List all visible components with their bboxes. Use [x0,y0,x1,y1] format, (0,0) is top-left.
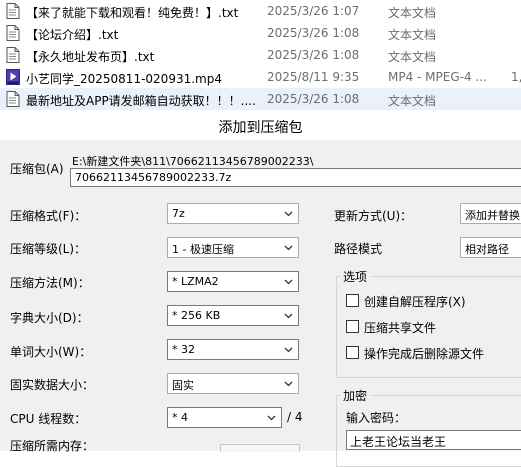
shared-label: 压缩共享文件 [364,321,437,335]
file-name: 最新地址及APP请发邮箱自动获取！！！.... [26,94,256,108]
archive-name-input[interactable]: 70662113456789002233.7z [70,168,521,187]
txt-file-icon [6,91,20,107]
add-to-archive-dialog: 添加到压缩包 压缩包(A) E:\新建文件夹\811\7066211345678… [0,113,521,467]
password-input[interactable]: 上老王论坛当老王 [346,430,521,450]
file-date: 2025/3/26 1:08 [267,48,360,62]
pathmode-value: 相对路径 [465,243,509,256]
format-label: 压缩格式(F)： [10,209,87,223]
shared-checkbox[interactable] [346,320,359,333]
chevron-down-icon [284,313,293,319]
cpu-value: * 4 [172,411,188,424]
file-name: 小艺同学_20250811-020931.mp4 [26,72,222,86]
mp4-file-icon [6,69,20,85]
file-type: MP4 - MPEG-4 ... [388,70,487,84]
file-type: 文本文档 [388,28,437,42]
level-select[interactable]: 1 - 极速压缩 [167,237,299,258]
pathmode-select[interactable]: 相对路径 [460,237,521,258]
format-select[interactable]: 7z [167,203,299,224]
file-name: 【永久地址发布页】.txt [26,50,155,64]
word-label: 单词大小(W)： [10,345,92,359]
archive-path: E:\新建文件夹\811\70662113456789002233\ [72,155,314,168]
file-name: 【论坛介绍】.txt [26,28,119,42]
chevron-down-icon [284,279,293,285]
solid-value: 固实 [172,379,194,392]
format-value: 7z [172,207,185,220]
pathmode-label: 路径模式 [334,242,383,256]
word-value: * 32 [172,343,195,356]
file-name: 【来了就能下载和观看！纯免费！】.txt [26,6,239,20]
method-select[interactable]: * LZMA2 [167,271,299,292]
method-label: 压缩方法(M)： [10,276,90,290]
file-date: 2025/8/11 9:35 [267,70,360,84]
txt-file-icon [6,25,20,41]
dict-select[interactable]: * 256 KB [167,305,299,326]
cpu-select[interactable]: * 4 [167,407,282,428]
encryption-title: 加密 [340,387,371,404]
dict-value: * 256 KB [172,309,221,322]
chevron-down-icon [267,415,276,421]
file-size: 1, [511,70,521,84]
solid-label: 固实数据大小： [10,378,95,392]
level-value: 1 - 极速压缩 [172,243,234,256]
cpu-total: / 4 [287,410,303,424]
cpu-label: CPU 线程数： [10,412,87,426]
file-list: 【来了就能下载和观看！纯免费！】.txt 2025/3/26 1:07 文本文档… [0,0,521,114]
sfx-label: 创建自解压程序(X) [364,295,466,309]
memory-label: 压缩所需内存： [10,439,95,453]
update-select[interactable]: 添加并替换 [460,203,521,224]
chevron-down-icon [284,211,293,217]
txt-file-icon [6,3,20,19]
archive-label: 压缩包(A) [10,162,64,176]
update-value: 添加并替换 [465,209,520,222]
file-date: 2025/3/26 1:07 [267,4,360,18]
chevron-down-icon [284,381,293,387]
update-label: 更新方式(U)： [334,209,413,223]
file-type: 文本文档 [388,94,437,108]
options-title: 选项 [340,268,371,285]
file-date: 2025/3/26 1:08 [267,92,360,106]
file-row[interactable]: 【来了就能下载和观看！纯免费！】.txt 2025/3/26 1:07 文本文档 [0,0,521,22]
chevron-down-icon [284,347,293,353]
file-row[interactable]: 小艺同学_20250811-020931.mp4 2025/8/11 9:35 … [0,66,521,88]
word-select[interactable]: * 32 [167,339,299,360]
method-value: * LZMA2 [172,275,219,288]
file-date: 2025/3/26 1:08 [267,26,360,40]
delete-source-label: 操作完成后删除源文件 [364,347,485,361]
dialog-title: 添加到压缩包 [218,120,303,136]
file-row[interactable]: 最新地址及APP请发邮箱自动获取！！！.... 2025/3/26 1:08 文… [0,88,521,110]
level-label: 压缩等级(L)： [10,242,87,256]
delete-source-checkbox[interactable] [346,346,359,359]
file-type: 文本文档 [388,50,437,64]
dict-label: 字典大小(D)： [10,311,89,325]
sfx-checkbox[interactable] [346,294,359,307]
txt-file-icon [6,47,20,63]
solid-select[interactable]: 固实 [167,373,299,394]
dialog-title-bar: 添加到压缩包 [0,113,521,140]
password-value: 上老王论坛当老王 [350,435,447,449]
file-row[interactable]: 【论坛介绍】.txt 2025/3/26 1:08 文本文档 [0,22,521,44]
password-label: 输入密码： [346,411,407,425]
file-type: 文本文档 [388,6,437,20]
file-row[interactable]: 【永久地址发布页】.txt 2025/3/26 1:08 文本文档 [0,44,521,66]
chevron-down-icon [284,245,293,251]
archive-name-value: 70662113456789002233.7z [75,171,232,184]
